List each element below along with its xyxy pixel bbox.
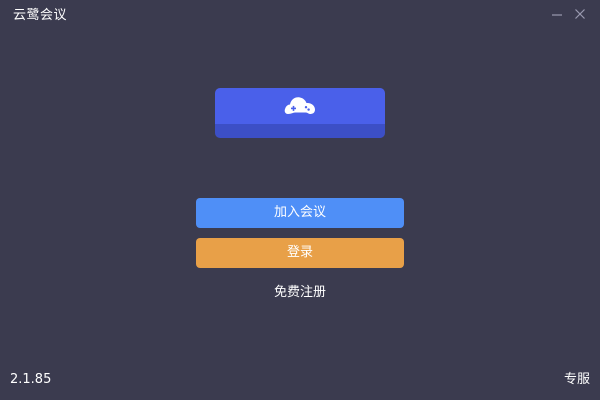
login-button[interactable]: 登录 [196, 238, 404, 268]
app-logo [215, 88, 385, 138]
free-register-link[interactable]: 免费注册 [200, 285, 400, 301]
game-controller-cloud-icon [284, 97, 315, 114]
window-title: 云鹭会议 [13, 8, 68, 23]
edition-label: 专服 [563, 372, 590, 387]
close-icon [575, 9, 585, 19]
minimize-button[interactable] [548, 5, 566, 23]
join-meeting-button[interactable]: 加入会议 [196, 198, 404, 228]
minimize-icon [552, 14, 562, 16]
version-label: 2.1.85 [10, 372, 52, 387]
app-window: 云鹭会议 加入会议 登录 免费注册 2.1.85 专服 [0, 0, 600, 400]
close-button[interactable] [571, 5, 589, 23]
